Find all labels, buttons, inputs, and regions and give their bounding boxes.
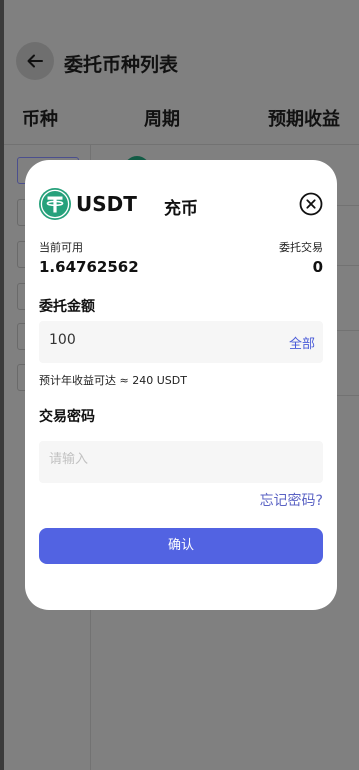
column-header-coin: 币种 [22, 109, 58, 130]
all-button[interactable]: 全部 [289, 333, 315, 352]
confirm-button[interactable]: 确认 [39, 528, 323, 564]
password-label: 交易密码 [39, 409, 95, 425]
page-title: 委托币种列表 [64, 54, 179, 76]
modal-header: USDT 充币 [25, 160, 337, 250]
deposit-modal: USDT 充币 当前可用 委托交易 1.64762562 0 委托金额 全部 预… [25, 160, 337, 610]
header-divider [4, 144, 359, 145]
close-icon[interactable] [299, 192, 323, 216]
header: 委托币种列表 币种 周期 预期收益 [4, 0, 359, 130]
amount-input[interactable] [49, 332, 249, 348]
back-button[interactable] [16, 42, 54, 80]
password-input[interactable] [49, 452, 309, 467]
modal-title: 充币 [164, 199, 198, 219]
amount-field: 全部 [39, 321, 323, 363]
amount-label: 委托金额 [39, 299, 95, 315]
arrow-left-icon [27, 54, 43, 68]
column-header-period: 周期 [144, 109, 180, 130]
yield-hint: 预计年收益可达 ≈ 240 USDT [39, 374, 187, 387]
delegate-label: 委托交易 [279, 241, 323, 254]
password-field [39, 441, 323, 483]
forgot-password-link[interactable]: 忘记密码? [260, 490, 323, 510]
available-value: 1.64762562 [39, 258, 139, 276]
column-header-yield: 预期收益 [268, 109, 340, 130]
available-label: 当前可用 [39, 241, 83, 254]
delegate-value: 0 [312, 258, 323, 276]
